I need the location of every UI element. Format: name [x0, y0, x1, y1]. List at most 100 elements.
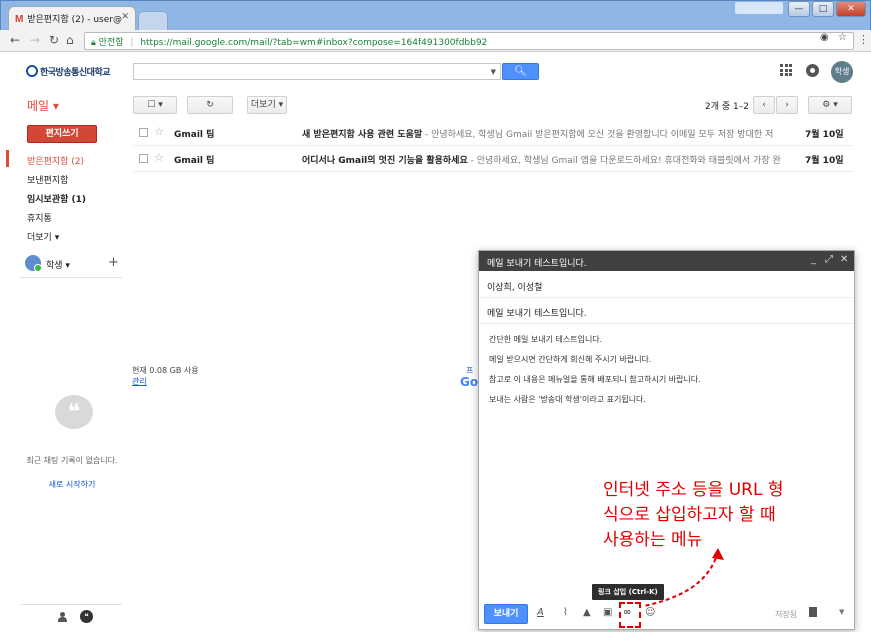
- sidebar-item-trash[interactable]: 휴지통: [27, 211, 52, 224]
- row-sender: Gmail 팀: [174, 156, 215, 166]
- row-date: 7월 10일: [805, 130, 844, 140]
- refresh-button[interactable]: ↻: [187, 96, 233, 114]
- start-chat-link[interactable]: 새로 시작하기: [22, 479, 122, 490]
- google-logo-partial: Go: [460, 375, 479, 389]
- more-actions-button[interactable]: 더보기 ▾: [247, 96, 287, 114]
- back-icon[interactable]: ←: [10, 33, 20, 47]
- close-compose-icon[interactable]: ✕: [840, 254, 848, 265]
- pager-count: 2개 중 1–2: [705, 102, 749, 112]
- insert-photo-icon[interactable]: ▣: [603, 607, 612, 618]
- trash-icon[interactable]: [809, 607, 817, 617]
- drive-icon[interactable]: ▲: [583, 607, 591, 618]
- browser-menu-icon[interactable]: ⋮: [858, 33, 869, 46]
- insert-link-icon[interactable]: ∞: [623, 607, 631, 618]
- compose-button[interactable]: 편지쓰기: [27, 125, 97, 143]
- sidebar-divider: [20, 277, 122, 278]
- account-avatar[interactable]: 학생: [831, 61, 853, 83]
- tab-close-icon[interactable]: ✕: [121, 12, 129, 22]
- sidebar-item-more[interactable]: 더보기 ▾: [27, 230, 59, 243]
- hangouts-icon[interactable]: ❝: [80, 610, 93, 623]
- row-subject: 어디서나 Gmail의 멋진 기능을 활용하세요 - 안녕하세요, 학생님 Gm…: [302, 153, 787, 166]
- refresh-icon: ↻: [206, 100, 214, 110]
- compose-header[interactable]: 메일 보내기 테스트입니다. _ ⤢ ✕: [479, 251, 854, 271]
- subject-field[interactable]: 메일 보내기 테스트입니다.: [479, 298, 854, 324]
- apps-grid-icon[interactable]: [780, 64, 792, 76]
- manage-storage-link[interactable]: 관리: [132, 376, 199, 387]
- row-subject: 새 받은편지함 사용 관련 도움말 - 안녕하세요, 학생님 Gmail 받은편…: [302, 127, 787, 140]
- select-all-checkbox[interactable]: ☐ ▾: [133, 96, 177, 114]
- formatting-icon[interactable]: A: [537, 607, 544, 618]
- body-line[interactable]: 참고로 이 내용은 메뉴얼을 통해 배포되니 참고하시기 바랍니다.: [489, 374, 701, 385]
- eye-icon[interactable]: ◉: [820, 32, 829, 43]
- saved-status: 저장됨: [775, 610, 798, 619]
- logo-text: 한국방송통신대학교: [40, 68, 111, 78]
- body-line[interactable]: 보내는 사람은 '방송대 학생'이라고 표기됩니다.: [489, 394, 646, 405]
- notifications-icon[interactable]: [806, 64, 819, 77]
- row-checkbox[interactable]: [139, 128, 148, 137]
- gmail-favicon-icon: M: [15, 14, 24, 25]
- search-button[interactable]: 🔍︎: [502, 63, 539, 80]
- sidebar-item-drafts[interactable]: 임시보관함 (1): [27, 192, 86, 205]
- browser-tab-gmail[interactable]: M 받은편지함 (2) - user@ ✕: [8, 6, 136, 30]
- hangouts-user-name[interactable]: 학생 ▾: [46, 258, 70, 271]
- expand-compose-icon[interactable]: ⤢: [825, 254, 833, 265]
- attach-file-icon[interactable]: ⌇: [563, 607, 568, 618]
- star-icon[interactable]: ☆: [154, 125, 164, 138]
- active-indicator: [6, 150, 9, 167]
- storage-usage: 현재 0.08 GB 사용 관리: [132, 365, 199, 387]
- table-row[interactable]: ☆ Gmail 팀 새 받은편지함 사용 관련 도움말 - 안녕하세요, 학생님…: [133, 120, 853, 146]
- row-date: 7월 10일: [805, 156, 844, 166]
- address-separator: |: [130, 38, 134, 48]
- university-logo[interactable]: 한국방송통신대학교: [26, 64, 118, 78]
- hangouts-avatar[interactable]: [25, 255, 42, 272]
- profile-chip[interactable]: [735, 2, 783, 14]
- hangouts-quote-icon: ❝: [55, 395, 93, 429]
- minimize-compose-icon[interactable]: _: [811, 254, 816, 265]
- minimize-button[interactable]: —: [788, 1, 810, 17]
- row-subject-title: 어디서나 Gmail의 멋진 기능을 활용하세요: [302, 156, 468, 166]
- mail-app-switcher[interactable]: 메일 ▾: [27, 97, 59, 114]
- send-button[interactable]: 보내기: [484, 604, 528, 624]
- no-chat-message: 최근 채팅 기록이 없습니다.: [26, 456, 118, 465]
- row-checkbox[interactable]: [139, 154, 148, 163]
- row-subject-title: 새 받은편지함 사용 관련 도움말: [302, 130, 423, 140]
- tab-title: 받은편지함 (2) - user@: [27, 15, 122, 25]
- row-snippet: - 안녕하세요, 학생님 Gmail 앱을 다운로드하세요! 휴대전화와 태블릿…: [467, 156, 781, 166]
- more-options-icon[interactable]: ▼: [839, 608, 844, 616]
- annotation-line: 식으로 삽입하고자 할 때: [603, 505, 776, 525]
- sidebar-item-inbox[interactable]: 받은편지함 (2): [27, 154, 84, 167]
- reload-icon[interactable]: ↻: [49, 33, 59, 47]
- home-icon[interactable]: ⌂: [66, 33, 74, 47]
- annotation-callout: 인터넷 주소 등을 URL 형 식으로 삽입하고자 할 때 사용하는 메뉴: [603, 478, 833, 553]
- sidebar-footer: [20, 604, 122, 628]
- close-window-button[interactable]: ✕: [836, 1, 866, 17]
- annotation-arrow: [643, 548, 724, 607]
- address-bar[interactable]: 🔒︎ 안전함 | https://mail.google.com/mail/?t…: [84, 32, 854, 50]
- secure-label: 안전함: [98, 38, 124, 48]
- url-text: https://mail.google.com/mail/?tab=wm#inb…: [140, 38, 488, 48]
- new-tab-button[interactable]: [138, 11, 168, 30]
- plus-icon[interactable]: +: [108, 255, 119, 270]
- star-bookmark-icon[interactable]: ☆: [838, 32, 847, 43]
- star-icon[interactable]: ☆: [154, 151, 164, 164]
- person-icon[interactable]: [58, 612, 67, 622]
- logo-emblem-icon: [26, 65, 38, 77]
- body-line[interactable]: 간단한 메일 보내기 테스트입니다.: [489, 334, 602, 345]
- settings-button[interactable]: ⚙ ▾: [808, 96, 852, 114]
- forward-icon[interactable]: →: [30, 33, 40, 47]
- search-input[interactable]: ▼: [133, 63, 501, 80]
- recipients-field[interactable]: 이상희, 이성철: [479, 271, 854, 298]
- gear-icon: ⚙ ▾: [822, 100, 838, 110]
- browser-toolbar: ← → ↻ ⌂ 🔒︎ 안전함 | https://mail.google.com…: [0, 30, 871, 52]
- prev-page-button[interactable]: ‹: [753, 96, 775, 114]
- storage-usage-text: 현재 0.08 GB 사용: [132, 366, 199, 375]
- row-sender: Gmail 팀: [174, 130, 215, 140]
- next-page-button[interactable]: ›: [776, 96, 798, 114]
- body-line[interactable]: 메일 받으시면 간단하게 회신해 주시기 바랍니다.: [489, 354, 651, 365]
- row-snippet: - 안녕하세요, 학생님 Gmail 받은편지함에 오신 것을 환영합니다 이메…: [422, 130, 774, 140]
- maximize-button[interactable]: □: [812, 1, 834, 17]
- table-row[interactable]: ☆ Gmail 팀 어디서나 Gmail의 멋진 기능을 활용하세요 - 안녕하…: [133, 146, 853, 172]
- search-icon: 🔍︎: [514, 66, 527, 77]
- search-options-icon[interactable]: ▼: [491, 68, 496, 76]
- sidebar-item-sent[interactable]: 보낸편지함: [27, 173, 68, 186]
